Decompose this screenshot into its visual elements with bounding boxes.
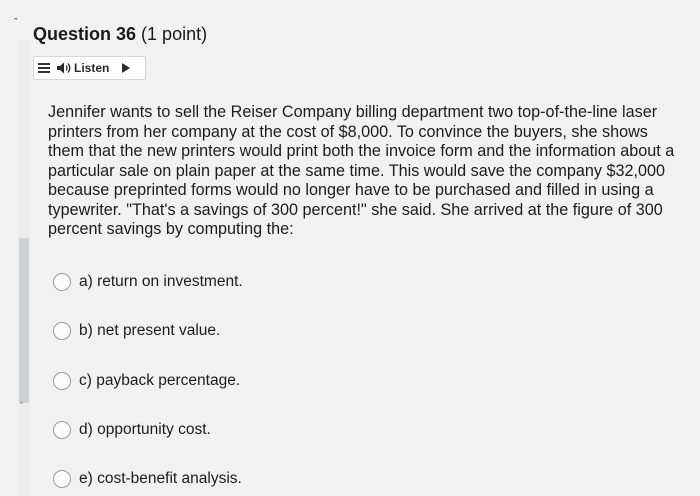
- hamburger-icon[interactable]: [38, 62, 50, 74]
- radio-button[interactable]: [53, 421, 71, 439]
- option-c[interactable]: c) payback percentage.: [53, 372, 240, 390]
- play-icon[interactable]: [121, 62, 131, 74]
- option-e[interactable]: e) cost-benefit analysis.: [53, 470, 242, 488]
- question-points: (1 point): [141, 24, 208, 44]
- option-a[interactable]: a) return on investment.: [53, 273, 243, 291]
- option-label[interactable]: d) opportunity cost.: [79, 421, 211, 439]
- radio-button[interactable]: [53, 273, 71, 291]
- question-body: Jennifer wants to sell the Reiser Compan…: [48, 103, 675, 238]
- listen-button-label[interactable]: Listen: [74, 61, 109, 75]
- radio-button[interactable]: [53, 322, 71, 340]
- speaker-icon[interactable]: [56, 61, 72, 75]
- scrollbar-thumb[interactable]: [19, 238, 29, 403]
- radio-button[interactable]: [53, 470, 71, 488]
- option-label[interactable]: e) cost-benefit analysis.: [79, 470, 242, 488]
- listen-toolbar[interactable]: Listen: [33, 56, 146, 80]
- option-label[interactable]: c) payback percentage.: [79, 372, 240, 390]
- option-b[interactable]: b) net present value.: [53, 322, 220, 340]
- option-d[interactable]: d) opportunity cost.: [53, 421, 211, 439]
- radio-button[interactable]: [53, 372, 71, 390]
- option-label[interactable]: b) net present value.: [79, 322, 220, 340]
- option-label[interactable]: a) return on investment.: [79, 273, 243, 291]
- scroll-up-icon[interactable]: ˆ: [14, 18, 24, 29]
- scroll-down-icon[interactable]: ˇ: [20, 401, 23, 411]
- question-title: Question 36: [33, 24, 137, 44]
- question-header: Question 36 (1 point): [33, 24, 207, 45]
